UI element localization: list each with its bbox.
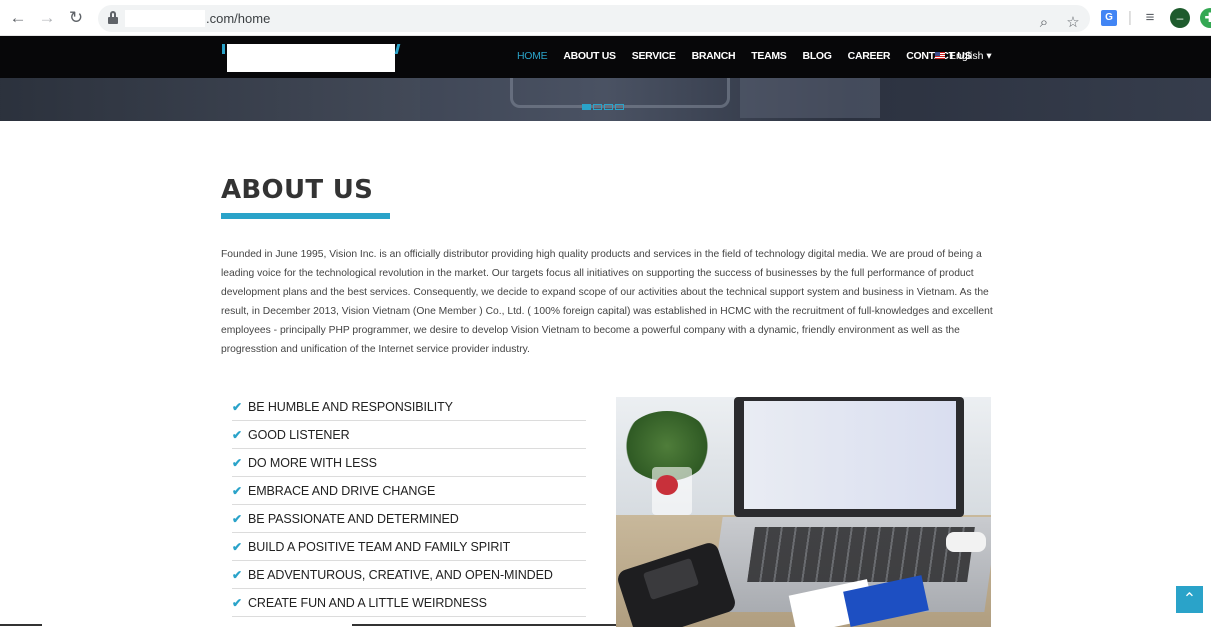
value-label: CREATE FUN AND A LITTLE WEIRDNESS (248, 595, 487, 610)
logo-accent (222, 44, 225, 54)
value-label: EMBRACE AND DRIVE CHANGE (248, 483, 436, 498)
value-label: GOOD LISTENER (248, 427, 350, 442)
profile-icon[interactable]: – (1170, 8, 1190, 28)
language-label: English (949, 50, 984, 62)
photo-laptop-keyboard (747, 527, 975, 582)
address-bar[interactable]: .com/home ⌕ ☆ (98, 5, 1090, 32)
forward-arrow-icon[interactable]: → (38, 9, 56, 27)
slider-dot[interactable] (604, 104, 613, 110)
lock-icon (108, 11, 118, 24)
slider-dot[interactable] (615, 104, 624, 110)
check-icon: ✔ (232, 455, 243, 470)
main-nav: HOME ABOUT US SERVICE BRANCH TEAMS BLOG … (517, 50, 972, 62)
value-label: BE PASSIONATE AND DETERMINED (248, 511, 459, 526)
check-icon: ✔ (232, 511, 243, 526)
about-photo (616, 397, 991, 627)
list-item: ✔ BE HUMBLE AND RESPONSIBILITY (232, 393, 586, 421)
browser-toolbar: ← → ↻ .com/home ⌕ ☆ G | ≡ – ✚ (0, 0, 1211, 36)
list-item: ✔ BE PASSIONATE AND DETERMINED (232, 505, 586, 533)
check-icon: ✔ (232, 483, 243, 498)
list-item: ✔ BE ADVENTUROUS, CREATIVE, AND OPEN-MIND… (232, 561, 586, 589)
list-item: ✔ EMBRACE AND DRIVE CHANGE (232, 477, 586, 505)
nav-about-us[interactable]: ABOUT US (563, 50, 616, 62)
media-icon[interactable]: ≡ (1142, 9, 1158, 27)
hero-image (0, 78, 420, 121)
logo-accent (394, 44, 401, 54)
footer-divider (0, 624, 42, 626)
star-icon[interactable]: ☆ (1065, 14, 1081, 32)
photo-laptop-display (744, 401, 956, 509)
check-icon: ✔ (232, 539, 243, 554)
nav-teams[interactable]: TEAMS (751, 50, 787, 62)
check-icon: ✔ (232, 595, 243, 610)
list-item: ✔ GOOD LISTENER (232, 421, 586, 449)
nav-home[interactable]: HOME (517, 50, 548, 62)
nav-branch[interactable]: BRANCH (692, 50, 736, 62)
about-intro: Founded in June 1995, Vision Inc. is an … (221, 249, 993, 355)
site-header: HOME ABOUT US SERVICE BRANCH TEAMS BLOG … (0, 36, 1211, 78)
slider-dot[interactable] (593, 104, 602, 110)
reload-icon[interactable]: ↻ (67, 9, 85, 27)
photo-strawberry (656, 475, 678, 495)
values-list: ✔ BE HUMBLE AND RESPONSIBILITY ✔ GOOD LIST… (232, 393, 586, 617)
check-icon: ✔ (232, 427, 243, 442)
list-item: ✔ CREATE FUN AND A LITTLE WEIRDNESS (232, 589, 586, 617)
toolbar-divider: | (1128, 9, 1132, 26)
zoom-icon[interactable]: ⌕ (1036, 14, 1052, 32)
value-label: DO MORE WITH LESS (248, 455, 377, 470)
photo-usb-modem (946, 532, 986, 552)
value-label: BUILD A POSITIVE TEAM AND FAMILY SPIRIT (248, 539, 511, 554)
extension-icon[interactable]: ✚ (1200, 8, 1211, 28)
url-redaction (125, 10, 205, 27)
us-flag-icon (935, 52, 945, 59)
translate-icon[interactable]: G (1101, 10, 1117, 26)
url-text: .com/home (206, 11, 271, 26)
nav-blog[interactable]: BLOG (803, 50, 832, 62)
check-icon: ✔ (232, 399, 243, 414)
chevron-down-icon: ▾ (986, 50, 992, 62)
nav-service[interactable]: SERVICE (632, 50, 676, 62)
value-label: BE HUMBLE AND RESPONSIBILITY (248, 399, 453, 414)
scroll-to-top-button[interactable]: ⌃ (1176, 586, 1203, 613)
list-item: ✔ DO MORE WITH LESS (232, 449, 586, 477)
chevron-up-icon: ⌃ (1182, 591, 1197, 608)
list-item: ✔ BUILD A POSITIVE TEAM AND FAMILY SPIRIT (232, 533, 586, 561)
value-label: BE ADVENTUROUS, CREATIVE, AND OPEN-MINDE… (248, 567, 553, 582)
title-underline (221, 213, 390, 219)
slider-dot[interactable] (582, 104, 591, 110)
nav-career[interactable]: CAREER (848, 50, 891, 62)
footer-divider (352, 624, 616, 626)
language-selector[interactable]: English ▾ (935, 50, 992, 62)
check-icon: ✔ (232, 567, 243, 582)
section-title: ABOUT US (221, 175, 374, 205)
logo[interactable] (227, 44, 395, 72)
hero-slider (0, 78, 1211, 121)
back-arrow-icon[interactable]: ← (9, 9, 27, 27)
hero-image-screen (740, 78, 880, 118)
slider-dots (582, 104, 624, 110)
